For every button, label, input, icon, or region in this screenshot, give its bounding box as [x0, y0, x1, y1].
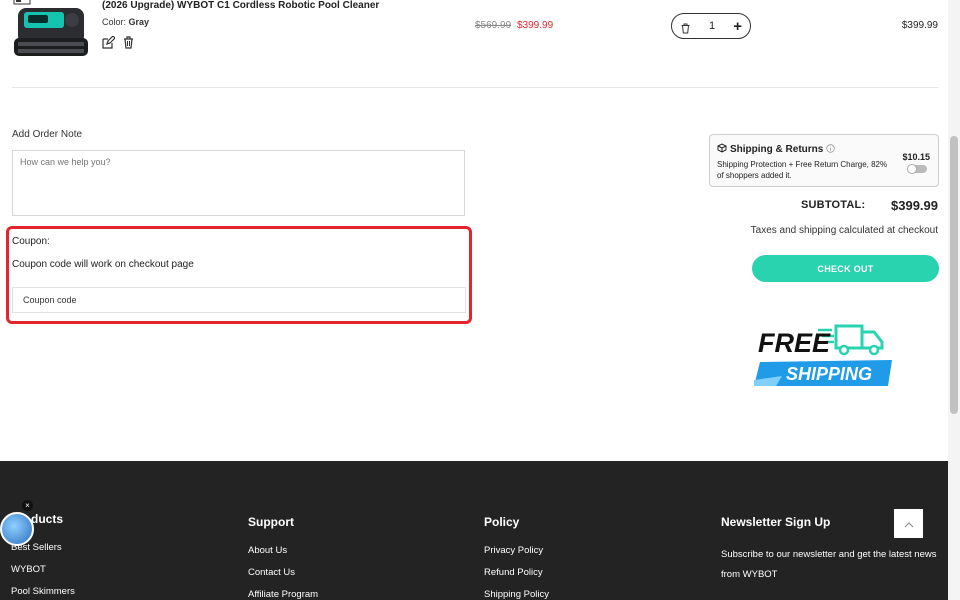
scrollbar-thumb[interactable]	[950, 136, 958, 414]
shipping-protection-toggle[interactable]	[907, 164, 927, 174]
coupon-help-text: Coupon code will work on checkout page	[12, 259, 194, 270]
back-to-top-button[interactable]	[894, 509, 923, 538]
footer-policy-heading: Policy	[484, 515, 520, 529]
product-variant: Color: Gray	[102, 17, 149, 27]
order-note-textarea[interactable]	[12, 150, 465, 216]
footer-support-heading: Support	[248, 515, 294, 529]
newsletter-description: Subscribe to our newsletter and get the …	[721, 549, 937, 580]
remove-item-trash-icon[interactable]	[680, 21, 691, 33]
price-sale: $399.99	[517, 20, 554, 31]
toggle-knob	[907, 164, 917, 174]
shipping-protection-description: Shipping Protection + Free Return Charge…	[717, 160, 888, 180]
shipping-title-text: Shipping & Returns	[730, 144, 824, 155]
order-note-label: Add Order Note	[12, 129, 83, 140]
close-icon[interactable]: ×	[22, 500, 33, 511]
subtotal-value: $399.99	[891, 198, 938, 213]
variant-value: Gray	[128, 17, 150, 27]
edit-icon[interactable]	[102, 35, 116, 49]
quantity-value[interactable]: 1	[709, 20, 715, 32]
shipping-protection-price: $10.15	[902, 152, 930, 162]
price-original: $569.99	[475, 20, 512, 31]
footer-link-contact-us[interactable]: Contact Us	[248, 567, 318, 578]
trash-icon[interactable]	[122, 36, 135, 49]
free-shipping-logo: FREE SHIPPING	[752, 320, 897, 390]
footer-link-about-us[interactable]: About Us	[248, 545, 318, 556]
footer: ducts Best Sellers WYBOT Pool Skimmers S…	[0, 461, 948, 600]
info-icon[interactable]	[826, 143, 836, 156]
footer-link-affiliate[interactable]: Affiliate Program	[248, 589, 318, 600]
product-thumbnail[interactable]	[12, 0, 92, 64]
quantity-stepper[interactable]: 1 +	[671, 13, 751, 39]
footer-link-refund-policy[interactable]: Refund Policy	[484, 567, 549, 578]
divider	[12, 87, 938, 88]
footer-link-shipping-policy[interactable]: Shipping Policy	[484, 589, 549, 600]
tax-note: Taxes and shipping calculated at checkou…	[750, 225, 938, 236]
plus-icon[interactable]: +	[733, 19, 742, 34]
product-title[interactable]: (2026 Upgrade) WYBOT C1 Cordless Robotic…	[102, 0, 379, 11]
shipping-protection-title: Shipping & Returns	[717, 143, 836, 156]
shipping-text: SHIPPING	[786, 364, 872, 384]
coupon-label: Coupon:	[12, 236, 50, 247]
line-total: $399.99	[901, 20, 938, 31]
chevron-up-icon	[904, 515, 914, 533]
promo-badge[interactable]	[0, 512, 34, 546]
box-icon	[717, 143, 727, 156]
footer-link-pool-skimmers[interactable]: Pool Skimmers	[11, 586, 75, 597]
footer-link-privacy-policy[interactable]: Privacy Policy	[484, 545, 549, 556]
footer-policy-column: Policy Privacy Policy Refund Policy Ship…	[484, 515, 549, 600]
coupon-code-input[interactable]	[12, 287, 466, 313]
variant-label: Color:	[102, 17, 127, 27]
footer-link-wybot[interactable]: WYBOT	[11, 564, 75, 575]
free-text: FREE	[758, 328, 831, 358]
shipping-protection-card: Shipping & Returns Shipping Protection +…	[709, 134, 939, 187]
subtotal-label: SUBTOTAL:	[801, 199, 866, 211]
footer-support-column: Support About Us Contact Us Affiliate Pr…	[248, 515, 318, 600]
checkout-button[interactable]: CHECK OUT	[752, 255, 939, 282]
